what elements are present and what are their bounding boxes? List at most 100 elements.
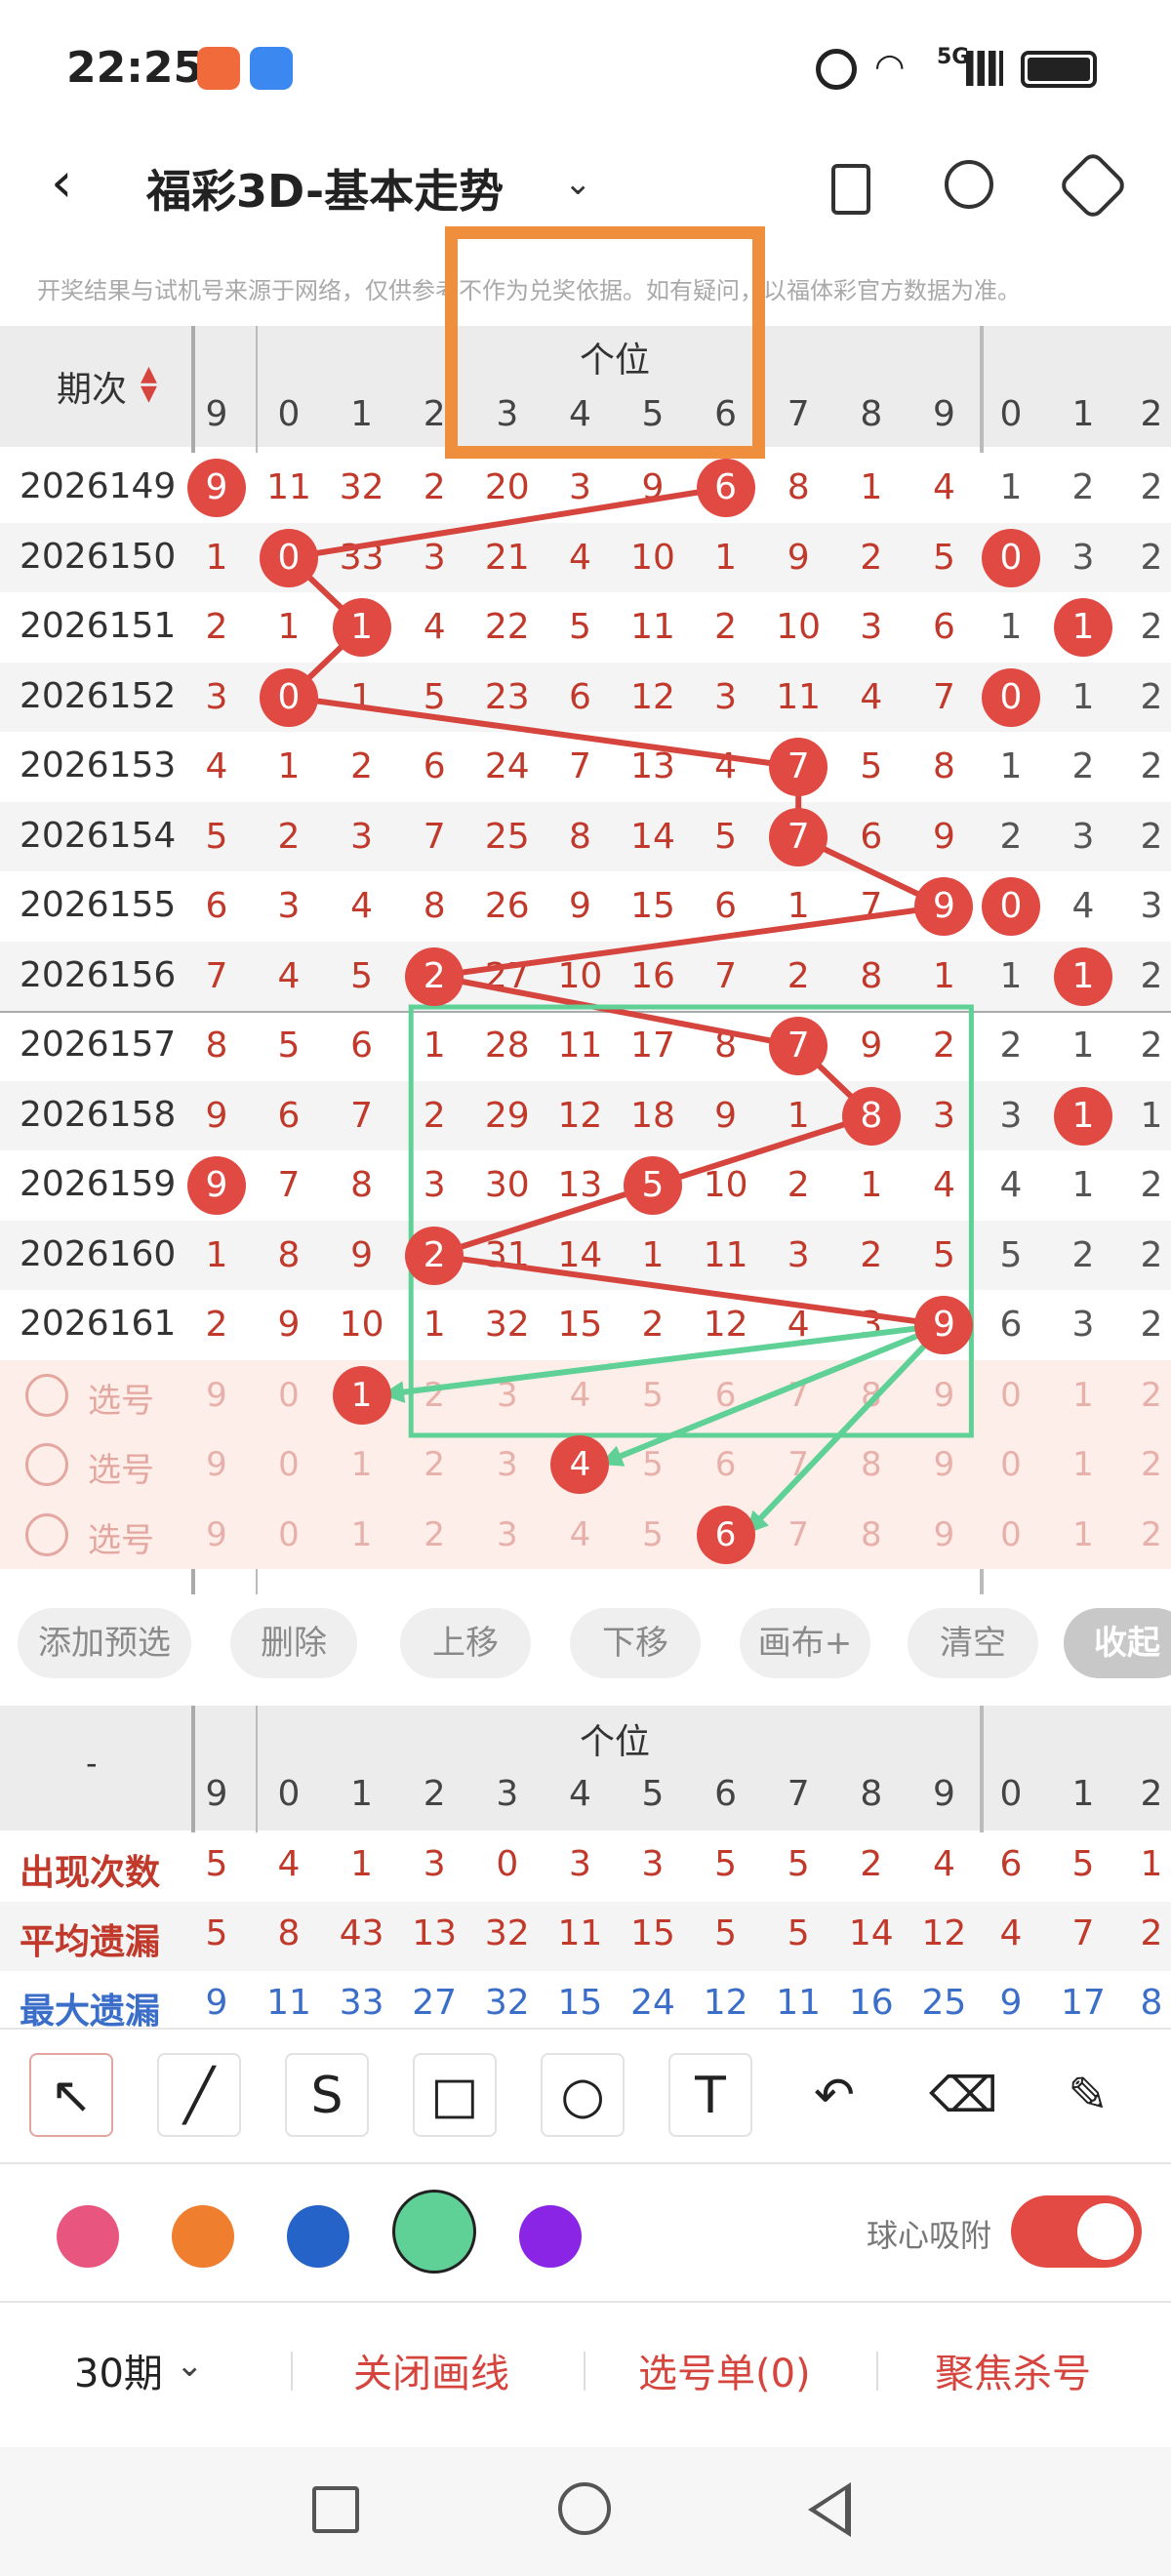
stats-value: 1 [350,1844,374,1884]
color-pink[interactable] [57,2205,119,2268]
drawn-arrow [743,1322,947,1537]
stats-value: 17 [1061,1983,1106,2023]
home-icon[interactable] [558,2482,611,2535]
back-nav-icon-inner [816,2490,845,2529]
stats-value: 5 [714,1913,738,1953]
stats-value: 3 [423,1844,446,1884]
hit-ball: 5 [624,1156,682,1215]
stats-value: 12 [921,1913,967,1953]
move-down-button[interactable]: 下移 [570,1608,701,1678]
selected-ball[interactable]: 6 [696,1505,755,1564]
stats-value: 8 [277,1913,301,1953]
stats-value: 15 [557,1983,603,2023]
stats-value: 11 [557,1913,603,1953]
trend-table: 期次 ▲ ▼ 个位 9 0 1 2 3 4 5 6 7 8 9 0 1 2 2026149 9 11 32 2 20 3 9 6 8… [0,326,1171,1594]
color-orange[interactable] [172,2205,234,2268]
hit-ball: 7 [769,738,828,796]
hit-ball: 0 [260,667,318,727]
undo-icon[interactable]: ↶ [802,2063,867,2127]
stats-value: 15 [630,1913,675,1953]
column-header: 1 [350,1774,374,1814]
brush-icon[interactable]: ✎ [1056,2063,1120,2127]
snap-toggle[interactable] [1011,2195,1142,2268]
stats-value: 2 [1140,1913,1163,1953]
line-icon[interactable]: ╱ [157,2053,241,2137]
snap-label: 球心吸附 [867,2217,992,2254]
status-time: 22:25 [66,43,204,93]
color-purple[interactable] [519,2205,582,2268]
column-header: 2 [1140,1774,1163,1814]
status-bar: 22:25 ◠ 5G [0,0,1171,146]
period-select[interactable]: 30期 [74,2342,163,2398]
stats-value: 7 [1071,1913,1095,1953]
column-header: 4 [568,1774,591,1814]
stats-value: 6 [999,1844,1023,1884]
chevron-down-icon[interactable]: ⌄ [176,2346,204,2385]
hit-ball: 2 [405,946,464,1006]
add-preselect-button[interactable]: 添加预选 [18,1608,191,1678]
freehand-icon[interactable]: S [285,2053,369,2137]
stats-value: 25 [921,1983,967,2023]
stats-value: 43 [339,1913,384,1953]
hit-ball: 7 [769,807,828,866]
chevron-down-icon[interactable]: ⌄ [564,164,592,203]
canvas-add-button[interactable]: 画布+ [740,1608,870,1678]
hit-ball: 9 [914,877,974,936]
hit-ball: 9 [914,1296,974,1354]
hit-ball: 7 [769,1017,828,1075]
move-up-button[interactable]: 上移 [400,1608,531,1678]
close-line-button[interactable]: 关闭画线 [353,2342,509,2398]
column-header: 2 [423,1774,446,1814]
highlight-box [445,226,765,459]
stats-value: 3 [568,1844,591,1884]
settings-icon[interactable] [1057,149,1129,221]
selected-ball[interactable]: 1 [332,1365,391,1425]
column-header: 5 [641,1774,665,1814]
color-blue[interactable] [287,2205,349,2268]
network-type: 5G [937,45,970,69]
stats-value: 5 [205,1844,228,1884]
stats-value: 13 [412,1913,458,1953]
stats-value: 8 [1140,1983,1163,2023]
eraser-icon[interactable]: ⌫ [929,2063,998,2127]
stats-value: 0 [496,1844,519,1884]
color-green-selected[interactable] [392,2190,476,2274]
stats-value: 33 [339,1983,384,2023]
stats-value: 5 [1071,1844,1095,1884]
stats-value: 16 [848,1983,894,2023]
divider [876,2352,878,2391]
share-icon[interactable] [945,160,993,209]
stats-value: 12 [703,1983,748,2023]
page-title[interactable]: 福彩3D-基本走势 [146,156,504,221]
select-arrow-icon[interactable]: ↖ [29,2053,113,2137]
rectangle-icon[interactable]: □ [413,2053,497,2137]
stats-value: 4 [277,1844,301,1884]
hit-ball: 8 [841,1086,901,1146]
selection-list-button[interactable]: 选号单(0) [638,2342,811,2398]
phone-switch-icon[interactable] [831,164,870,215]
stats-value: 11 [266,1983,311,2023]
stats-label: 出现次数 [20,1853,161,1893]
hit-ball: 1 [332,598,391,657]
circle-icon[interactable]: ○ [541,2053,625,2137]
text-icon[interactable]: T [668,2053,752,2137]
hit-ball: 2 [405,1226,464,1285]
column-header: 1 [1071,1774,1095,1814]
selected-ball[interactable]: 4 [550,1435,610,1494]
clear-button[interactable]: 清空 [908,1608,1038,1678]
stats-group-header: 个位 [580,1722,651,1762]
focus-kill-button[interactable]: 聚焦杀号 [935,2342,1091,2398]
stats-label: 最大遗漏 [20,1992,161,2028]
stats-dash: - [86,1745,98,1782]
delete-button[interactable]: 删除 [230,1608,357,1678]
hit-ball: 6 [696,459,755,517]
stats-value: 5 [787,1913,810,1953]
recent-apps-icon[interactable] [312,2486,359,2533]
column-header: 7 [787,1774,810,1814]
stats-value: 2 [860,1844,883,1884]
column-header: 6 [714,1774,738,1814]
back-button[interactable]: ‹ [51,154,90,213]
stats-table: - 个位 9 0 1 2 3 4 5 6 7 8 9 0 1 2 出现次数 5 4 1 3 0 3 3 5 5 2 4 6 5 1 平均遗漏 5… [0,1706,1171,2028]
collapse-button[interactable]: 收起 [1064,1608,1171,1678]
stats-value: 5 [205,1913,228,1953]
